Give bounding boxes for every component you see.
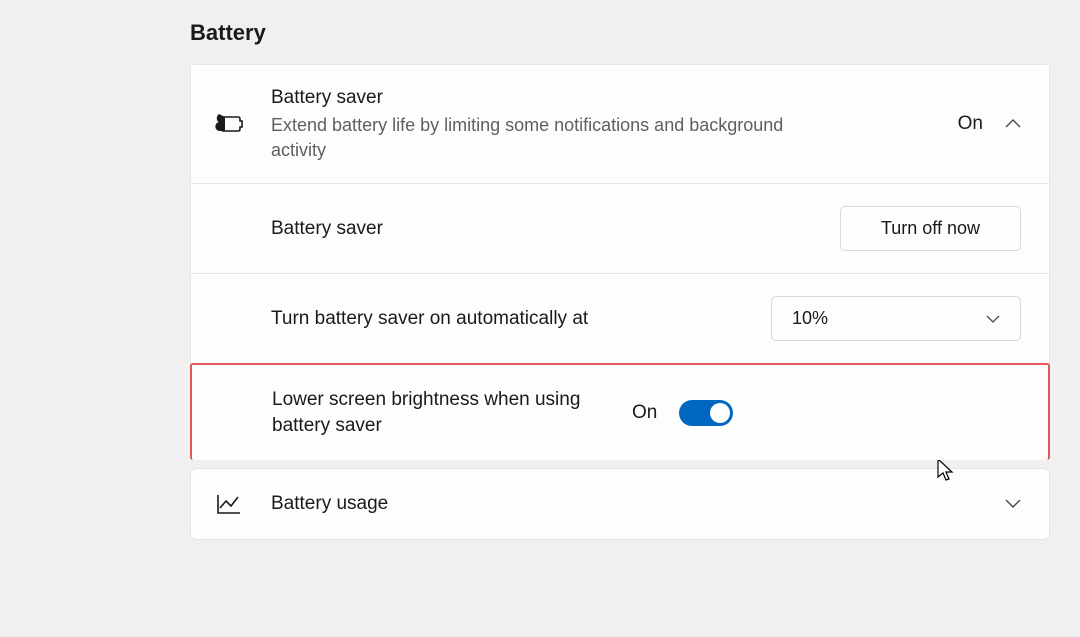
lower-brightness-label: Lower screen brightness when using batte…: [272, 387, 632, 438]
toggle-knob: [710, 403, 730, 423]
battery-saver-group: Battery saver Extend battery life by lim…: [190, 64, 1050, 460]
battery-saver-icon: [213, 113, 245, 135]
battery-saver-status: On: [958, 113, 983, 135]
lower-brightness-toggle[interactable]: [679, 400, 733, 426]
battery-saver-sublabel: Battery saver: [271, 216, 840, 242]
battery-saver-title: Battery saver: [271, 85, 958, 111]
battery-usage-row[interactable]: Battery usage: [191, 469, 1049, 539]
auto-on-select[interactable]: 10%: [771, 296, 1021, 341]
auto-on-value: 10%: [792, 308, 828, 329]
auto-on-row: Turn battery saver on automatically at 1…: [191, 274, 1049, 364]
battery-saver-description: Extend battery life by limiting some not…: [271, 113, 791, 163]
battery-saver-toggle-row: Battery saver Turn off now: [191, 184, 1049, 274]
auto-on-label: Turn battery saver on automatically at: [271, 306, 771, 332]
battery-usage-group: Battery usage: [190, 468, 1050, 540]
turn-off-now-button[interactable]: Turn off now: [840, 206, 1021, 251]
battery-usage-title: Battery usage: [271, 491, 1005, 517]
section-title: Battery: [190, 20, 1050, 46]
battery-saver-header[interactable]: Battery saver Extend battery life by lim…: [191, 65, 1049, 184]
chevron-up-icon: [1005, 116, 1021, 132]
chevron-down-icon: [1005, 496, 1021, 512]
chevron-down-icon: [986, 308, 1000, 329]
lower-brightness-row: Lower screen brightness when using batte…: [190, 363, 1050, 460]
lower-brightness-status: On: [632, 402, 657, 424]
chart-icon: [213, 493, 245, 515]
